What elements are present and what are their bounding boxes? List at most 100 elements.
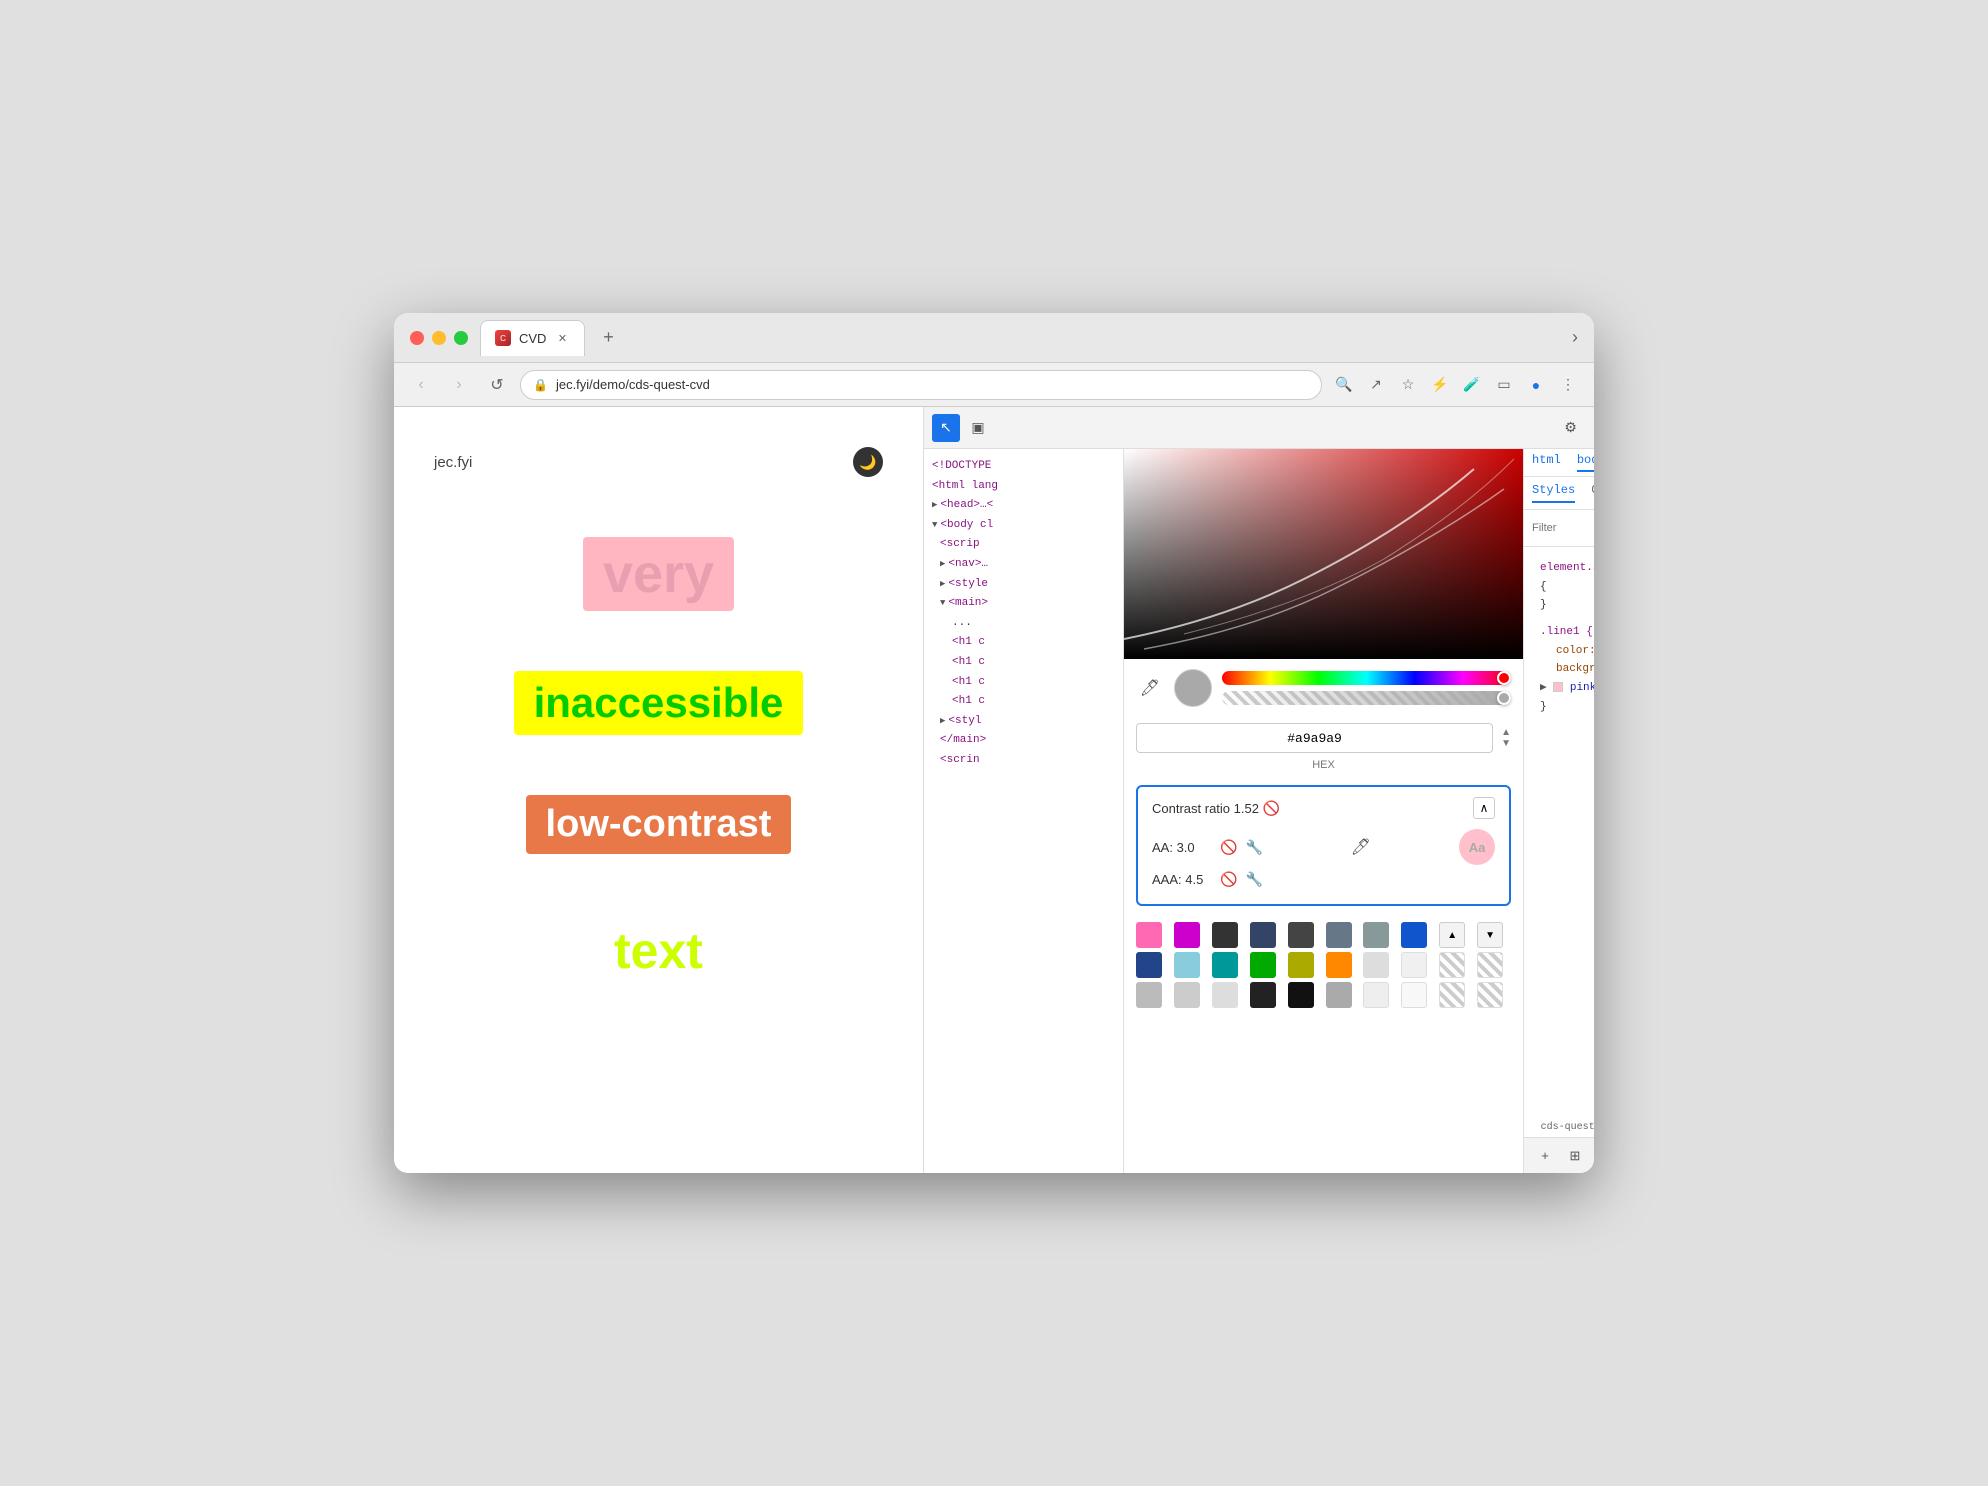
swatch-3[interactable] bbox=[1212, 922, 1238, 948]
html-line-doctype: <!DOCTYPE bbox=[928, 457, 1119, 477]
hex-input[interactable] bbox=[1136, 723, 1493, 753]
web-content: jec.fyi 🌙 very inaccessible low-contrast… bbox=[394, 407, 924, 1173]
swatch-2[interactable] bbox=[1174, 922, 1200, 948]
inspect-element-button[interactable]: ↖ bbox=[932, 414, 960, 442]
swatch-spinner-down[interactable]: ▼ bbox=[1477, 922, 1503, 948]
new-tab-button[interactable]: + bbox=[593, 323, 623, 353]
styles-tab[interactable]: Styles bbox=[1532, 483, 1575, 503]
swatch-1[interactable] bbox=[1136, 922, 1162, 948]
toggle-element-state-button[interactable]: ↕ bbox=[1592, 1143, 1594, 1169]
swatch-14[interactable] bbox=[1326, 952, 1352, 978]
css-rule-line1: .line1 { color: background: ▶ pink; } bbox=[1532, 619, 1594, 720]
swatch-20[interactable] bbox=[1250, 982, 1276, 1008]
right-styles-panel: html body Styles Cor e bbox=[1524, 449, 1594, 1173]
html-line-h1-1: <h1 c bbox=[928, 633, 1119, 653]
device-toolbar-button[interactable]: ▣ bbox=[964, 414, 992, 442]
aaa-fix-icon[interactable]: 🔧 bbox=[1245, 871, 1262, 888]
html-tree-panel: <!DOCTYPE <html lang ▶<head>…< ▼<body cl… bbox=[924, 449, 1124, 1173]
background-color-box[interactable] bbox=[1553, 682, 1563, 692]
swatch-15[interactable] bbox=[1363, 952, 1389, 978]
eyedropper-aa-button[interactable]: 🖊 bbox=[1347, 833, 1375, 861]
swatch-11[interactable] bbox=[1212, 952, 1238, 978]
dark-mode-toggle[interactable]: 🌙 bbox=[853, 447, 883, 477]
contrast-preview: Aa bbox=[1459, 829, 1495, 865]
swatch-transparent-3[interactable] bbox=[1439, 982, 1465, 1008]
close-window-button[interactable] bbox=[410, 331, 424, 345]
swatch-spinner-up[interactable]: ▲ bbox=[1439, 922, 1465, 948]
swatch-4[interactable] bbox=[1250, 922, 1276, 948]
active-tab[interactable]: C CVD ✕ bbox=[480, 320, 585, 356]
search-button[interactable]: 🔍 bbox=[1330, 371, 1358, 399]
fullscreen-window-button[interactable] bbox=[454, 331, 468, 345]
css-brace-close-line1: } bbox=[1540, 701, 1547, 713]
swatch-21[interactable] bbox=[1288, 982, 1314, 1008]
share-button[interactable]: ↗ bbox=[1362, 371, 1390, 399]
devtools-bottom-bar: + ⊞ ↕ bbox=[1524, 1137, 1594, 1173]
swatch-6[interactable] bbox=[1326, 922, 1352, 948]
swatch-24[interactable] bbox=[1401, 982, 1427, 1008]
eyedropper-button[interactable]: 🖊 bbox=[1136, 674, 1164, 702]
forward-button[interactable]: › bbox=[444, 370, 474, 400]
experiments-button[interactable]: 🧪 bbox=[1458, 371, 1486, 399]
swatch-19[interactable] bbox=[1212, 982, 1238, 1008]
tab-label: CVD bbox=[519, 331, 546, 346]
swatch-16[interactable] bbox=[1401, 952, 1427, 978]
swatch-7[interactable] bbox=[1363, 922, 1389, 948]
new-style-rule-button[interactable]: ⊞ bbox=[1562, 1143, 1588, 1169]
swatch-13[interactable] bbox=[1288, 952, 1314, 978]
swatch-8[interactable] bbox=[1401, 922, 1427, 948]
swatch-17[interactable] bbox=[1136, 982, 1162, 1008]
more-options-button[interactable]: ⋮ bbox=[1554, 371, 1582, 399]
color-picker-panel: 🖊 ▲▼ bbox=[1124, 449, 1524, 1173]
alpha-thumb[interactable] bbox=[1497, 691, 1511, 705]
html-line-script: <scrip bbox=[928, 535, 1119, 555]
hex-label: HEX bbox=[1124, 759, 1523, 777]
css-selector-element: element.styl bbox=[1540, 562, 1594, 574]
html-line-style: ▶<style bbox=[928, 575, 1119, 595]
more-devtools-button[interactable]: ⋮ bbox=[1589, 414, 1594, 442]
word-inaccessible: inaccessible bbox=[514, 671, 804, 735]
html-line-style2: ▶<styl bbox=[928, 712, 1119, 732]
swatch-transparent-2[interactable] bbox=[1477, 952, 1503, 978]
color-gradient-canvas[interactable] bbox=[1124, 449, 1523, 659]
extension-button[interactable]: ⚡ bbox=[1426, 371, 1454, 399]
swatch-5[interactable] bbox=[1288, 922, 1314, 948]
refresh-button[interactable]: ↺ bbox=[482, 370, 512, 400]
tab-html[interactable]: html bbox=[1532, 453, 1561, 472]
gradient-lines bbox=[1124, 449, 1523, 659]
swatch-10[interactable] bbox=[1174, 952, 1200, 978]
nav-actions: 🔍 ↗ ☆ ⚡ 🧪 ▭ ● ⋮ bbox=[1330, 371, 1582, 399]
bookmark-button[interactable]: ☆ bbox=[1394, 371, 1422, 399]
word-very: very bbox=[583, 537, 734, 611]
tab-list-button[interactable]: › bbox=[1572, 327, 1578, 348]
back-button[interactable]: ‹ bbox=[406, 370, 436, 400]
swatch-9[interactable] bbox=[1136, 952, 1162, 978]
swatch-22[interactable] bbox=[1326, 982, 1352, 1008]
color-preview-circle bbox=[1174, 669, 1212, 707]
css-brace-open: { bbox=[1540, 581, 1547, 593]
tab-close-button[interactable]: ✕ bbox=[554, 330, 570, 346]
contrast-collapse-button[interactable]: ∧ bbox=[1473, 797, 1495, 819]
add-style-rule-button[interactable]: + bbox=[1532, 1143, 1558, 1169]
filter-input[interactable] bbox=[1532, 516, 1594, 540]
swatch-23[interactable] bbox=[1363, 982, 1389, 1008]
aa-row: AA: 3.0 🚫 🔧 🖊 Aa bbox=[1152, 829, 1495, 865]
tab-body[interactable]: body bbox=[1577, 453, 1594, 472]
swatch-18[interactable] bbox=[1174, 982, 1200, 1008]
swatch-12[interactable] bbox=[1250, 952, 1276, 978]
hue-slider[interactable] bbox=[1222, 671, 1511, 685]
address-bar[interactable]: 🔒 jec.fyi/demo/cds-quest-cvd bbox=[520, 370, 1322, 400]
settings-button[interactable]: ⚙ bbox=[1557, 414, 1585, 442]
sidebar-toggle-button[interactable]: ▭ bbox=[1490, 371, 1518, 399]
profile-button[interactable]: ● bbox=[1522, 371, 1550, 399]
minimize-window-button[interactable] bbox=[432, 331, 446, 345]
web-top-bar: jec.fyi 🌙 bbox=[434, 447, 883, 477]
swatch-transparent-4[interactable] bbox=[1477, 982, 1503, 1008]
alpha-slider[interactable] bbox=[1222, 691, 1511, 705]
swatch-transparent-1[interactable] bbox=[1439, 952, 1465, 978]
computed-tab[interactable]: Cor bbox=[1591, 483, 1594, 503]
aa-fix-icon[interactable]: 🔧 bbox=[1245, 839, 1262, 856]
content-area: jec.fyi 🌙 very inaccessible low-contrast… bbox=[394, 407, 1594, 1173]
hue-thumb[interactable] bbox=[1497, 671, 1511, 685]
hex-spinner[interactable]: ▲▼ bbox=[1501, 727, 1511, 749]
